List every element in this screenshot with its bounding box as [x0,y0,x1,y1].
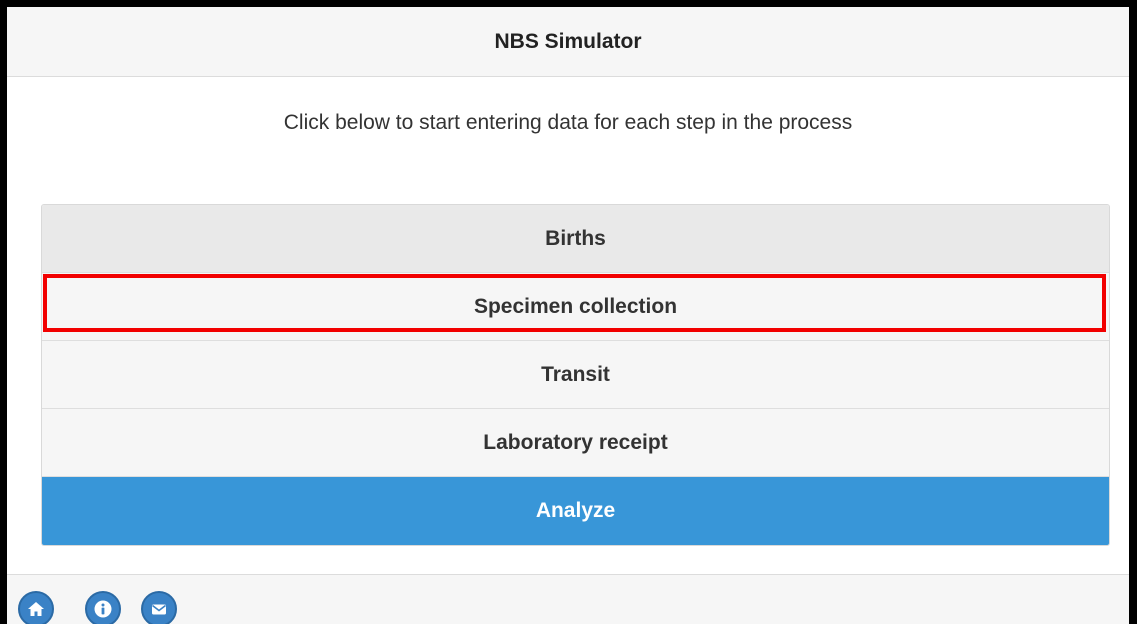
info-icon [94,600,112,618]
menu-item-laboratory-receipt[interactable]: Laboratory receipt [42,409,1109,477]
menu-item-label: Specimen collection [473,294,678,318]
menu-item-label: Transit [541,362,610,386]
app-window: NBS Simulator Click below to start enter… [7,7,1129,624]
page-title: NBS Simulator [494,29,642,53]
mail-icon [152,604,166,615]
menu-item-specimen-collection[interactable]: Specimen collection [42,273,1109,341]
menu-item-births[interactable]: Births [42,205,1109,273]
info-button[interactable] [85,591,121,624]
step-menu: Births Specimen collection Transit Labor… [41,204,1110,546]
header-bar: NBS Simulator [7,7,1129,77]
analyze-button[interactable]: Analyze [42,477,1109,545]
menu-item-transit[interactable]: Transit [42,341,1109,409]
menu-item-label: Laboratory receipt [483,430,668,454]
instructions-text: Click below to start entering data for e… [283,111,853,134]
menu-item-label: Analyze [535,499,616,522]
home-icon [28,602,44,616]
menu-item-label: Births [545,226,606,250]
home-button[interactable] [18,591,54,624]
footer-bar [7,574,1129,624]
mail-button[interactable] [141,591,177,624]
